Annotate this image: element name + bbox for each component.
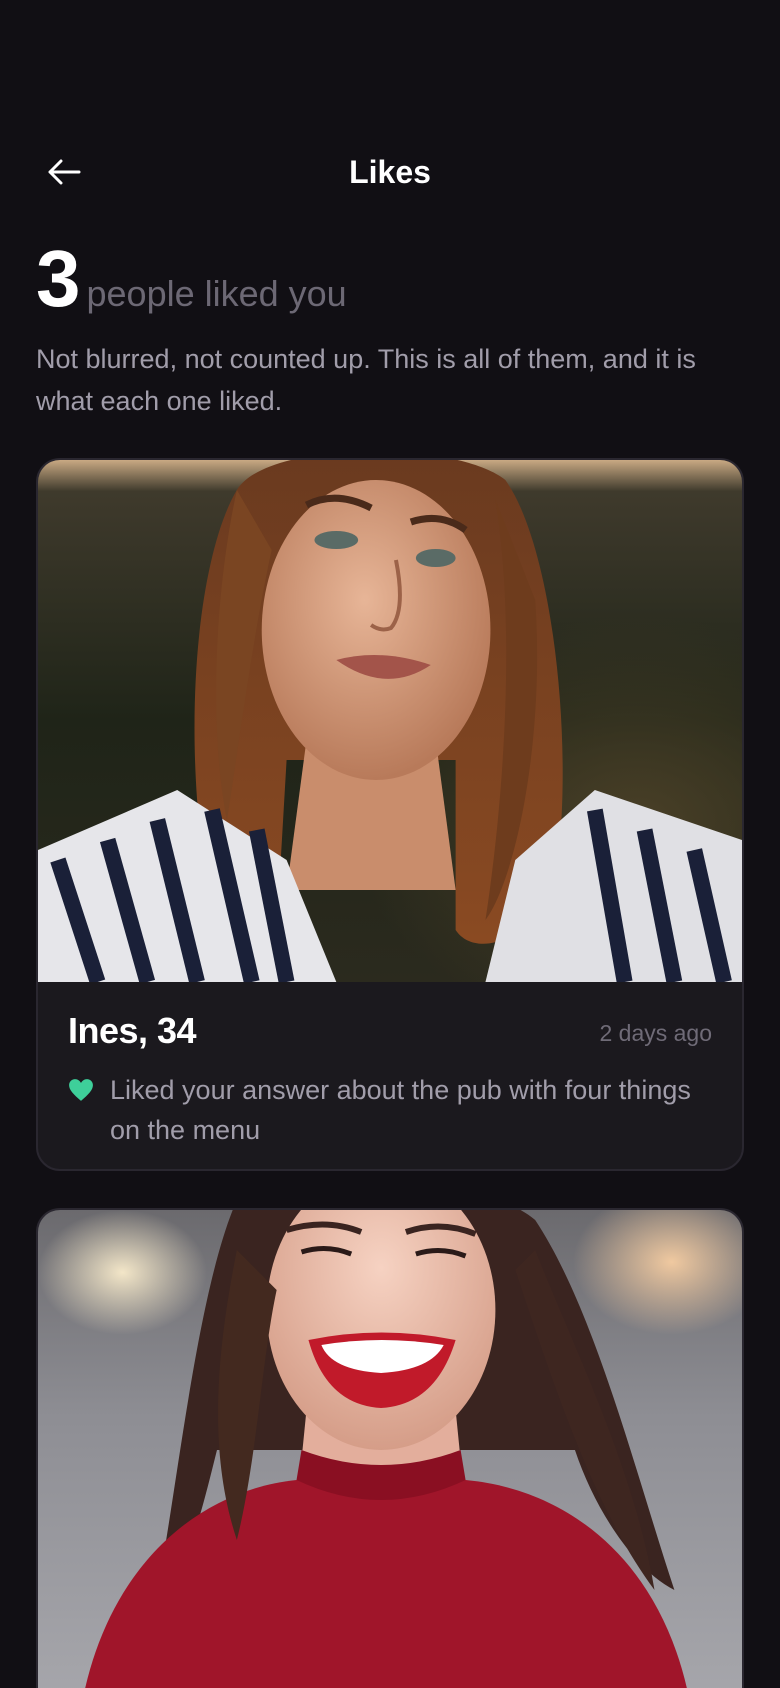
liked-reason: Liked your answer about the pub with fou… [110,1075,691,1145]
profile-photo [38,1210,742,1688]
person-name: Ines, 34 [68,1010,197,1051]
like-card[interactable]: Ines, 34 2 days ago Liked your answer ab… [36,458,744,1171]
header: Likes [0,140,780,200]
card-info: Ines, 34 2 days ago Liked your answer ab… [38,982,742,1169]
profile-photo [38,460,742,982]
like-time: 2 days ago [599,1020,712,1046]
likes-count-row: 3 people liked you [36,236,347,322]
intro-description: Not blurred, not counted up. This is all… [36,344,696,416]
like-card[interactable] [36,1208,744,1688]
likes-screen: Likes 3 people liked you Not blurred, no… [0,0,780,1688]
likes-count-label: people liked you [86,273,347,314]
page-title: Likes [349,154,431,190]
heart-icon [69,1079,93,1101]
likes-count: 3 [36,234,80,323]
